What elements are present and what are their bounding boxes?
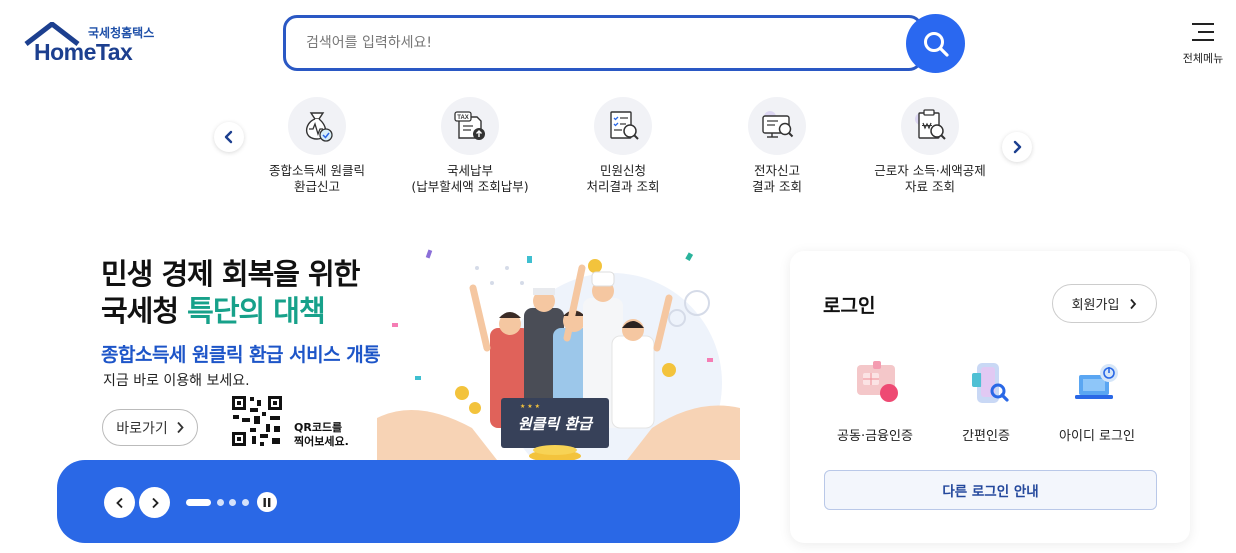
- banner-page-dot[interactable]: [242, 499, 249, 506]
- hometax-logo[interactable]: 국세청홈택스 HomeTax: [24, 22, 164, 68]
- hometax-main-page: 국세청홈택스 HomeTax 전체메뉴: [0, 0, 1236, 553]
- refund-celebration-illustration: ★ ★ ★ 원클릭 환급: [377, 249, 740, 460]
- id-login-label: 아이디 로그인: [1059, 429, 1135, 444]
- chevron-left-icon: [224, 130, 233, 144]
- chevron-right-icon: [151, 497, 159, 508]
- banner-page-dot[interactable]: [217, 499, 224, 506]
- banner-headline-line1: 민생 경제 회복을 위한: [101, 257, 360, 291]
- quick-menu-item-deduction[interactable]: 근로자 소득·세액공제 자료 조회: [855, 97, 1005, 195]
- go-now-button[interactable]: 바로가기: [102, 409, 198, 446]
- simple-auth-login-option[interactable]: 간편인증: [936, 359, 1036, 444]
- other-login-guide-label: 다른 로그인 안내: [942, 484, 1039, 500]
- tax-document-icon: TAX: [454, 111, 485, 140]
- quick-menu-next-button[interactable]: [1002, 132, 1032, 162]
- phone-auth-icon: [972, 363, 1009, 403]
- quick-menu-prev-button[interactable]: [214, 122, 244, 152]
- chevron-right-icon: [177, 421, 184, 434]
- login-title: 로그인: [823, 295, 876, 317]
- banner-description: 지금 바로 이용해 보세요.: [103, 373, 250, 389]
- certificate-login-option[interactable]: 공동·금융인증: [825, 359, 925, 444]
- simple-auth-login-label: 간편인증: [962, 429, 1010, 444]
- checklist-search-icon: [610, 111, 639, 140]
- svg-text:TAX: TAX: [457, 115, 469, 121]
- banner-headline: 민생 경제 회복을 위한 국세청 특단의 대책: [101, 256, 360, 330]
- quick-menu-label-line1: 전자신고: [753, 163, 800, 178]
- qr-instruction-line1: QR코드를: [294, 421, 343, 434]
- receipt-search-icon: [915, 109, 946, 140]
- chevron-left-icon: [115, 497, 123, 508]
- quick-menu-label-line1: 민원신청: [599, 163, 646, 178]
- quick-menu-label-line2: 처리결과 조회: [586, 179, 660, 194]
- quick-menu-item-refund[interactable]: 종합소득세 원클릭 환급신고: [242, 97, 392, 195]
- refund-bag-icon: [305, 112, 333, 142]
- logo-wordmark: HomeTax: [34, 39, 133, 65]
- certificate-login-label: 공동·금융인증: [837, 429, 913, 444]
- all-menu-button[interactable]: 전체메뉴: [1180, 22, 1226, 66]
- hamburger-icon: [1192, 22, 1214, 42]
- banner-headline-line2b: 특단의 대책: [187, 294, 325, 328]
- quick-menu-item-e-filing[interactable]: 전자신고 결과 조회: [702, 97, 852, 195]
- other-login-guide-button[interactable]: 다른 로그인 안내: [824, 470, 1157, 510]
- quick-menu-label-line2: (납부할세액 조회납부): [411, 179, 529, 194]
- laptop-id-icon: [1075, 364, 1118, 399]
- quick-menu-item-tax-payment[interactable]: TAX 국세납부 (납부할세액 조회납부): [395, 97, 545, 195]
- banner-next-button[interactable]: [139, 487, 170, 518]
- banner-page-dot-active[interactable]: [186, 499, 211, 506]
- search-icon: [923, 31, 949, 57]
- banner-subheadline: 종합소득세 원클릭 환급 서비스 개통: [101, 344, 381, 366]
- computer-search-icon: [762, 111, 794, 138]
- certificate-icon: [857, 361, 898, 402]
- signup-button[interactable]: 회원가입: [1052, 284, 1157, 323]
- quick-menu-label-line2: 환급신고: [293, 179, 340, 194]
- signup-label: 회원가입: [1071, 298, 1120, 313]
- banner-headline-line2a: 국세청: [101, 294, 188, 328]
- quick-menu-label-line2: 결과 조회: [752, 179, 802, 194]
- pause-icon: [263, 497, 271, 507]
- login-panel: 로그인 회원가입 공동·금융인증 간편인증 아이디 로그인 다른 로그인 안내: [790, 251, 1190, 543]
- quick-menu-label-line1: 국세납부: [446, 163, 493, 178]
- quick-menu-label-line1: 근로자 소득·세액공제: [874, 163, 986, 178]
- all-menu-label: 전체메뉴: [1182, 52, 1224, 65]
- go-now-label: 바로가기: [116, 420, 168, 437]
- chevron-right-icon: [1013, 140, 1022, 154]
- quick-menu-item-civil-petition[interactable]: 민원신청 처리결과 조회: [548, 97, 698, 195]
- refund-sign-text: 원클릭 환급: [518, 415, 594, 433]
- qr-code-image: [230, 394, 284, 448]
- banner-pause-button[interactable]: [257, 492, 277, 512]
- search-input[interactable]: [286, 18, 920, 68]
- search-button[interactable]: [906, 14, 965, 73]
- promo-banner: ★ ★ ★ 원클릭 환급 민생 경제 회복을 위한 국세청 특단의 대책 종합소…: [57, 228, 740, 460]
- banner-page-dot[interactable]: [229, 499, 236, 506]
- qr-instruction: QR코드를 찍어보세요.: [294, 421, 349, 449]
- quick-menu-label-line2: 자료 조회: [905, 179, 955, 194]
- svg-text:★ ★ ★: ★ ★ ★: [520, 403, 540, 410]
- quick-menu-label-line1: 종합소득세 원클릭: [269, 163, 365, 178]
- qr-instruction-line2: 찍어보세요.: [294, 435, 349, 448]
- search-box: [283, 15, 923, 71]
- banner-prev-button[interactable]: [104, 487, 135, 518]
- chevron-right-icon: [1130, 298, 1137, 309]
- id-login-option[interactable]: 아이디 로그인: [1047, 359, 1147, 444]
